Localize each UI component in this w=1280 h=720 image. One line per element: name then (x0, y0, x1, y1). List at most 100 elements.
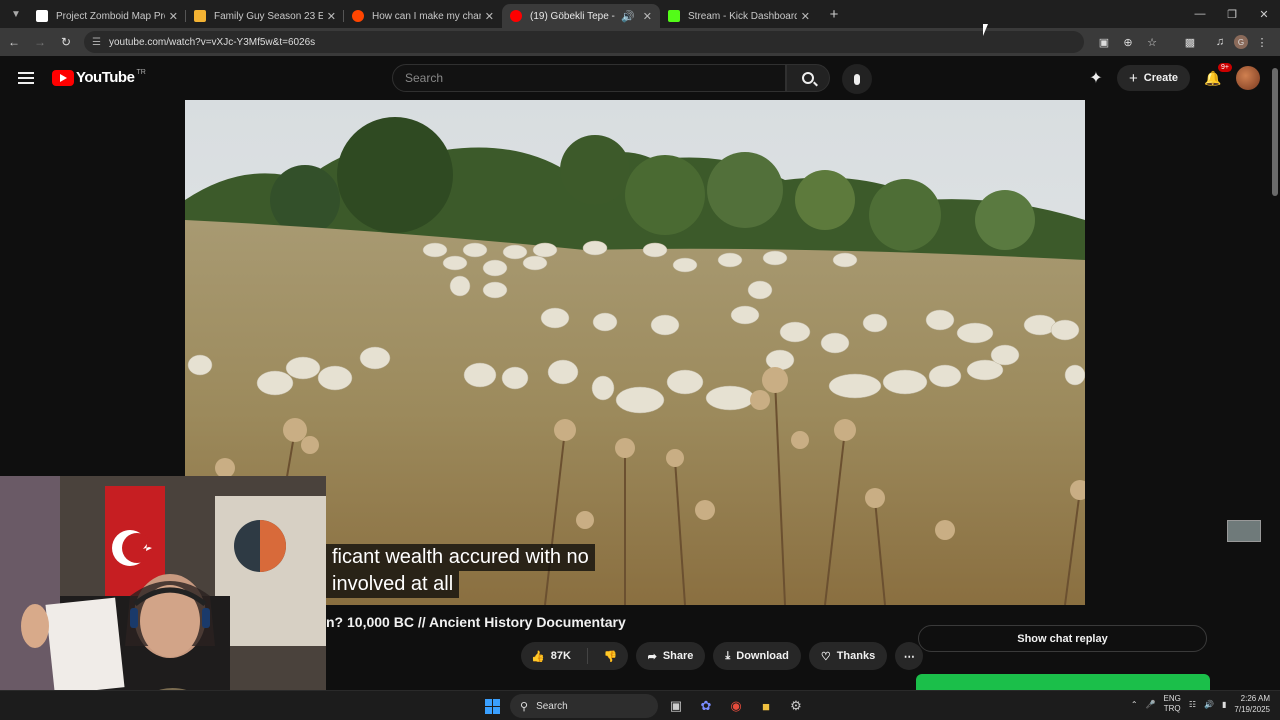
country-code: TR (136, 69, 146, 76)
like-dislike-group: 👍 87K 👎 (521, 642, 628, 670)
close-tab-icon[interactable]: ✕ (643, 10, 652, 23)
tab-title: (19) Göbekli Tepe - The Firs (530, 10, 617, 22)
tray-overflow-icon[interactable]: ⌃ (1131, 700, 1138, 709)
caption-line: ficant wealth accured with no (326, 544, 595, 571)
tab-title: Project Zomboid Map Project (56, 10, 165, 22)
caption-line: involved at all (326, 571, 460, 598)
clock[interactable]: 2:26 AM 7/19/2025 (1234, 693, 1270, 715)
close-tab-icon[interactable]: ✕ (327, 10, 336, 23)
speaker-icon[interactable]: 🔊 (621, 10, 635, 23)
microphone-icon[interactable]: 🎤 (1146, 700, 1156, 709)
network-icon[interactable]: ☷ (1189, 700, 1196, 709)
time: 2:26 AM (1240, 694, 1270, 703)
volume-icon[interactable]: 🔊 (1204, 700, 1214, 709)
file-explorer-icon[interactable]: ■ (754, 694, 778, 718)
page-scrollbar[interactable] (1270, 56, 1280, 690)
search-input[interactable]: Search (392, 64, 786, 92)
create-label: Create (1143, 72, 1178, 84)
thanks-button[interactable]: ♡ Thanks (808, 642, 888, 670)
chrome-icon[interactable]: ◉ (724, 694, 748, 718)
battery-icon[interactable]: ▮ (1222, 700, 1226, 709)
video-actions: 👍 87K 👎 ➦ Share ⤓ Download ♡ Thanks ⋯ (521, 642, 924, 670)
download-button[interactable]: ⤓ Download (713, 642, 801, 670)
extensions-icon[interactable]: ▩ (1180, 32, 1200, 52)
notification-badge: 9+ (1218, 63, 1232, 72)
thanks-icon: ♡ (820, 650, 831, 663)
start-button[interactable] (480, 694, 504, 718)
copilot-icon[interactable]: ✿ (694, 694, 718, 718)
tab-title: Family Guy Season 23 Episode (214, 10, 323, 22)
plus-icon: + (1128, 69, 1138, 87)
webcam-overlay (0, 476, 326, 720)
scrollbar-thumb[interactable] (1272, 68, 1278, 196)
share-button[interactable]: ➦ Share (635, 642, 706, 670)
webcam-feed-image (0, 476, 326, 720)
tab-favicon-icon (36, 10, 48, 22)
voice-search-button[interactable] (842, 64, 872, 94)
steam-icon[interactable]: ⚙ (784, 694, 808, 718)
cast-icon[interactable]: ▣ (1094, 32, 1114, 52)
keyboard-layout: TRQ (1163, 704, 1181, 713)
dislike-button[interactable]: 👎 (594, 642, 628, 670)
browser-tab[interactable]: How can I make my character … ✕ (344, 4, 502, 28)
browser-tab[interactable]: Stream - Kick Dashboard ✕ (660, 4, 818, 28)
ask-icon[interactable]: ✦ (1087, 69, 1105, 87)
browser-tab[interactable]: Project Zomboid Map Project ✕ (28, 4, 186, 28)
video-title: n? 10,000 BC // Ancient History Document… (326, 614, 626, 630)
profile-avatar[interactable]: G (1234, 35, 1248, 49)
tab-title: Stream - Kick Dashboard (688, 10, 797, 22)
tab-search-button[interactable]: ▼ (4, 4, 28, 24)
download-label: Download (736, 650, 789, 662)
taskbar-search-label: Search (536, 700, 568, 712)
close-window-icon[interactable]: ✕ (1248, 0, 1280, 28)
system-tray: ⌃ 🎤 ENG TRQ ☷ 🔊 ▮ 2:26 AM 7/19/2025 (1131, 693, 1270, 715)
site-info-icon[interactable]: ☰ (92, 37, 101, 48)
back-icon[interactable]: ← (2, 30, 26, 54)
task-view-icon[interactable]: ▣ (664, 694, 688, 718)
close-tab-icon[interactable]: ✕ (801, 10, 810, 23)
forward-icon[interactable]: → (28, 30, 52, 54)
thumbs-up-icon: 👍 (531, 650, 545, 663)
restore-icon[interactable]: ❐ (1216, 0, 1248, 28)
miniplayer-thumbnail[interactable] (1227, 520, 1261, 542)
windows-taskbar: ⚲ Search ▣ ✿ ◉ ■ ⚙ ⌃ 🎤 ENG TRQ ☷ 🔊 ▮ 2:2… (0, 690, 1280, 720)
search-button[interactable] (786, 64, 830, 92)
account-avatar[interactable] (1236, 66, 1260, 90)
browser-toolbar: ← → ↻ ☰ youtube.com/watch?v=vXJc-Y3Mf5w&… (0, 28, 1280, 56)
logo-wordmark: YouTube (76, 69, 135, 86)
more-horizontal-icon: ⋯ (903, 650, 915, 663)
browser-menu-icon[interactable]: ⋮ (1252, 32, 1272, 52)
zoom-icon[interactable]: ⊕ (1118, 32, 1138, 52)
create-button[interactable]: + Create (1116, 65, 1190, 91)
taskbar-search[interactable]: ⚲ Search (510, 694, 658, 718)
tab-title: How can I make my character … (372, 10, 481, 22)
notifications-button[interactable]: 🔔 9+ (1202, 63, 1232, 89)
close-tab-icon[interactable]: ✕ (169, 10, 178, 23)
search-icon (802, 72, 814, 84)
like-button[interactable]: 👍 87K (521, 642, 581, 670)
show-chat-replay-button[interactable]: Show chat replay (918, 625, 1207, 652)
browser-tab[interactable]: Family Guy Season 23 Episode ✕ (186, 4, 344, 28)
guide-menu-icon[interactable] (18, 72, 34, 84)
media-controls-icon[interactable]: ♫ (1210, 32, 1230, 52)
new-tab-button[interactable]: + (822, 6, 846, 23)
like-count: 87K (550, 650, 571, 662)
address-bar[interactable]: ☰ youtube.com/watch?v=vXJc-Y3Mf5w&t=6026… (84, 31, 1084, 53)
thanks-label: Thanks (836, 650, 876, 662)
youtube-logo[interactable]: YouTube TR (52, 69, 146, 86)
more-actions-button[interactable]: ⋯ (895, 642, 924, 670)
input-language[interactable]: ENG TRQ (1164, 694, 1181, 714)
minimize-icon[interactable]: — (1184, 0, 1216, 28)
tab-favicon-icon (194, 10, 206, 22)
bookmark-star-icon[interactable]: ☆ (1142, 32, 1162, 52)
browser-tab-bar: ▼ Project Zomboid Map Project ✕ Family G… (0, 0, 1280, 28)
reload-icon[interactable]: ↻ (54, 30, 78, 54)
close-tab-icon[interactable]: ✕ (485, 10, 494, 23)
window-controls: — ❐ ✕ (1184, 0, 1280, 28)
kick-favicon-icon (668, 10, 680, 22)
youtube-header: YouTube TR Search ✦ + Create 🔔 9+ (0, 56, 1280, 100)
browser-toolbar-actions: ▣ ⊕ ☆ ▩ ♫ G ⋮ (1094, 32, 1272, 52)
browser-tab-active[interactable]: (19) Göbekli Tepe - The Firs 🔊 ✕ (502, 4, 660, 28)
mouse-cursor (983, 24, 988, 36)
search-icon: ⚲ (520, 700, 529, 713)
